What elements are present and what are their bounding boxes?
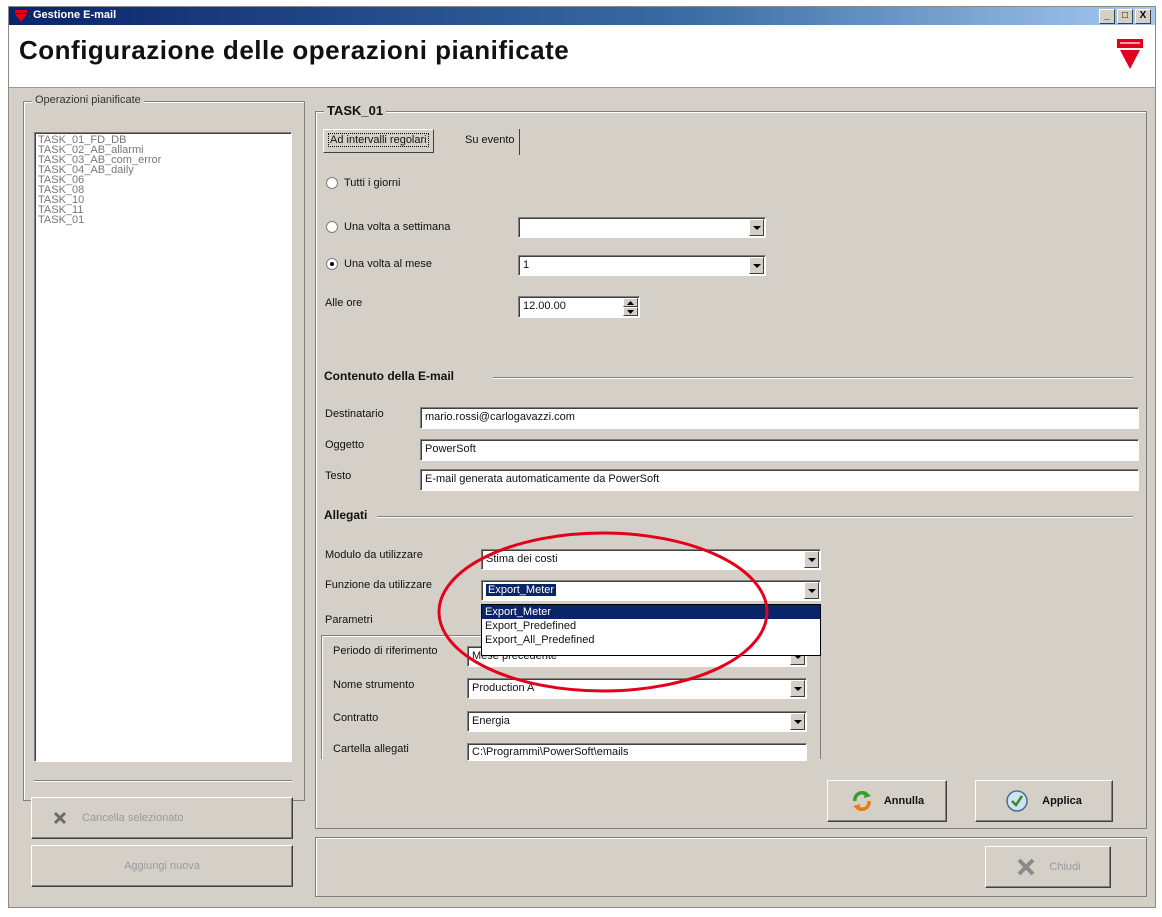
chevron-down-icon[interactable]: [790, 713, 805, 730]
close-label: Chiudi: [1049, 861, 1081, 873]
monthly-day-value: 1: [523, 259, 530, 271]
weekly-day-select[interactable]: [518, 217, 766, 238]
cancel-button[interactable]: Annulla: [827, 780, 947, 822]
radio-monthly[interactable]: Una volta al mese: [326, 258, 432, 270]
task-name-legend: TASK_01: [324, 103, 387, 118]
add-new-label: Aggiungi nuova: [124, 860, 200, 872]
monthly-day-select[interactable]: 1: [518, 255, 766, 276]
radio-daily-indicator[interactable]: [326, 177, 338, 189]
contract-value: Energia: [472, 715, 510, 727]
scheduled-operations-group: Operazioni pianificate TASK_01_FD_DB TAS…: [23, 94, 305, 801]
refresh-arrows-icon: [852, 791, 871, 811]
close-x-icon: [1017, 858, 1035, 876]
list-item[interactable]: TASK_01: [38, 215, 288, 226]
folder-input[interactable]: C:\Programmi\PowerSoft\emails: [467, 743, 807, 761]
spin-up-icon[interactable]: [623, 298, 638, 307]
body-text-value: E-mail generata automaticamente da Power…: [425, 473, 660, 485]
contract-select[interactable]: Energia: [467, 711, 807, 732]
delete-selected-label: Cancella selezionato: [82, 812, 184, 824]
tab-on-event-label: Su evento: [465, 134, 515, 146]
chevron-down-icon[interactable]: [790, 680, 805, 697]
section-divider: [493, 377, 1133, 379]
annotation-ellipse: [437, 531, 769, 693]
window-title: Gestione E-mail: [33, 9, 117, 21]
function-label: Funzione da utilizzare: [325, 579, 433, 591]
carlo-gavazzi-logo-icon: [1117, 39, 1143, 69]
contract-label: Contratto: [333, 712, 379, 724]
close-window-button[interactable]: X: [1135, 9, 1151, 24]
recipient-input[interactable]: mario.rossi@carlogavazzi.com: [420, 407, 1139, 429]
time-label: Alle ore: [325, 297, 363, 309]
tab-on-event[interactable]: Su evento: [461, 129, 520, 155]
brand-logo-icon: [15, 10, 27, 22]
folder-value: C:\Programmi\PowerSoft\emails: [472, 746, 629, 758]
apply-button[interactable]: Applica: [975, 780, 1113, 822]
delete-x-icon: [53, 811, 67, 825]
cancel-label: Annulla: [883, 795, 925, 807]
page-header: Configurazione delle operazioni pianific…: [9, 25, 1155, 88]
recipient-value: mario.rossi@carlogavazzi.com: [425, 411, 575, 423]
recipient-label: Destinatario: [325, 408, 384, 420]
chevron-down-icon[interactable]: [804, 551, 819, 568]
chevron-down-icon[interactable]: [804, 582, 819, 599]
divider: [34, 780, 292, 782]
period-label: Periodo di riferimento: [333, 645, 438, 657]
subject-input[interactable]: PowerSoft: [420, 439, 1139, 461]
close-button[interactable]: Chiudi: [985, 846, 1111, 888]
application-window: Gestione E-mail _ □ X Configurazione del…: [8, 6, 1156, 908]
email-content-heading: Contenuto della E-mail: [324, 369, 455, 383]
body-text-input[interactable]: E-mail generata automaticamente da Power…: [420, 469, 1139, 491]
scheduled-operations-legend: Operazioni pianificate: [32, 94, 144, 106]
radio-weekly-indicator[interactable]: [326, 221, 338, 233]
radio-daily-label: Tutti i giorni: [344, 177, 401, 189]
chevron-down-icon[interactable]: [749, 257, 764, 274]
time-value: 12.00.00: [523, 300, 566, 312]
section-divider: [377, 516, 1133, 518]
time-spinner[interactable]: 12.00.00: [518, 296, 640, 318]
radio-monthly-indicator[interactable]: [326, 258, 338, 270]
task-list[interactable]: TASK_01_FD_DB TASK_02_AB_allarmi TASK_03…: [34, 132, 292, 762]
title-bar: Gestione E-mail _ □ X: [9, 7, 1155, 25]
minimize-button[interactable]: _: [1099, 9, 1115, 24]
apply-check-icon: [1006, 790, 1028, 812]
page-title: Configurazione delle operazioni pianific…: [19, 35, 570, 65]
radio-daily[interactable]: Tutti i giorni: [326, 177, 400, 189]
subject-value: PowerSoft: [425, 443, 476, 455]
subject-label: Oggetto: [325, 439, 365, 451]
parameters-label: Parametri: [325, 614, 373, 626]
folder-label: Cartella allegati: [333, 743, 409, 755]
tab-regular-intervals-label: Ad intervalli regolari: [328, 133, 429, 147]
instrument-label: Nome strumento: [333, 679, 415, 691]
body-text-label: Testo: [325, 470, 352, 482]
add-new-button[interactable]: Aggiungi nuova: [31, 845, 293, 887]
module-label: Modulo da utilizzare: [325, 549, 423, 561]
radio-monthly-label: Una volta al mese: [344, 258, 433, 270]
radio-weekly-label: Una volta a settimana: [344, 221, 451, 233]
apply-label: Applica: [1042, 795, 1082, 807]
chevron-down-icon[interactable]: [749, 219, 764, 236]
spin-down-icon[interactable]: [623, 307, 638, 316]
maximize-button[interactable]: □: [1117, 9, 1133, 24]
attachments-heading: Allegati: [324, 508, 368, 522]
tab-regular-intervals[interactable]: Ad intervalli regolari: [323, 129, 434, 153]
radio-weekly[interactable]: Una volta a settimana: [326, 221, 450, 233]
delete-selected-button[interactable]: Cancella selezionato: [31, 797, 293, 839]
